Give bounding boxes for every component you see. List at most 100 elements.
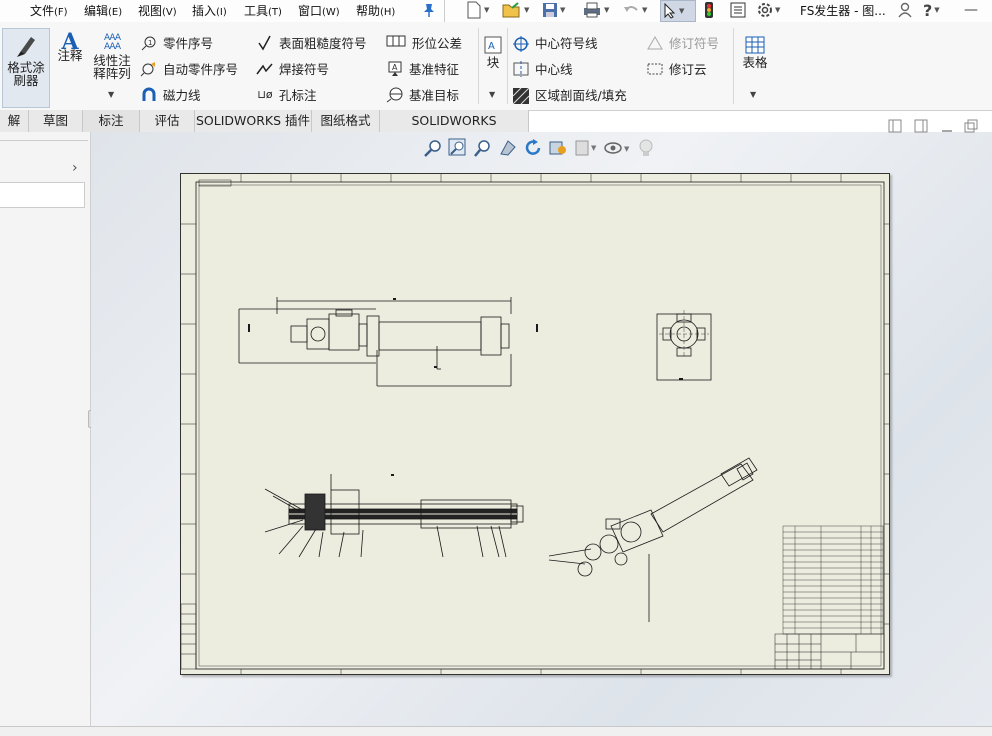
svg-text:▼: ▼ — [624, 145, 630, 153]
centerline-button[interactable]: 中心线 — [512, 59, 573, 78]
window-title: FS发生器 - 图... — [800, 4, 886, 18]
ribbon-separator — [733, 28, 734, 104]
user-account-icon[interactable] — [897, 0, 913, 20]
magnetic-line-button[interactable]: 磁力线 — [140, 85, 201, 104]
title-block — [774, 633, 885, 670]
display-style-icon[interactable] — [548, 138, 568, 158]
new-document-icon[interactable]: ▼ — [466, 0, 489, 20]
menu-tools[interactable]: 工具(T) — [244, 2, 282, 19]
geometric-tolerance-button[interactable]: 形位公差 — [386, 33, 462, 52]
center-mark-icon — [512, 35, 530, 52]
block-label: 块 — [486, 55, 500, 70]
hatch-icon — [512, 87, 530, 104]
zoom-to-fit-icon[interactable] — [423, 138, 443, 158]
revision-symbol-button[interactable]: 修订符号 — [646, 33, 719, 52]
menu-view[interactable]: 视图(V) — [138, 2, 177, 19]
svg-text:▼: ▼ — [591, 144, 597, 152]
section-view-icon[interactable] — [498, 138, 518, 158]
document-minimize-icon[interactable] — [940, 119, 954, 133]
menu-file[interactable]: 文件(F) — [30, 2, 68, 19]
surface-finish-icon — [256, 35, 274, 51]
help-question-icon[interactable]: ? ▼ — [923, 0, 940, 20]
linear-note-pattern-button[interactable]: AAA AAA 线性注 释阵列 — [90, 34, 134, 81]
menu-bar: 文件(F) 编辑(E) 视图(V) 插入(I) 工具(T) 窗口(W) 帮助(H… — [0, 0, 992, 23]
svg-text:1: 1 — [148, 39, 152, 47]
select-cursor-icon[interactable]: ▼ — [660, 0, 696, 22]
revision-cloud-icon — [646, 61, 664, 77]
balloon-button[interactable]: 1 零件序号 — [140, 33, 213, 52]
filter-input[interactable] — [0, 182, 85, 208]
tab-annotation[interactable]: 标注 — [83, 110, 140, 132]
tolerance-frame-icon — [386, 35, 406, 51]
dimension-marks — [248, 298, 683, 476]
menu-edit[interactable]: 编辑(E) — [84, 2, 122, 19]
surface-finish-button[interactable]: 表面粗糙度符号 — [256, 33, 367, 52]
hide-show-items-icon[interactable]: ▼ — [573, 138, 599, 158]
bill-of-materials-table — [782, 525, 884, 635]
datum-target-icon — [386, 87, 404, 103]
area-hatch-button[interactable]: 区域剖面线/填充 — [512, 85, 627, 104]
tab-sketch[interactable]: 草图 — [29, 110, 83, 132]
ribbon-separator — [478, 28, 479, 104]
front-view — [238, 297, 512, 387]
drawing-sheet-graphics — [180, 174, 889, 674]
table-label: 表格 — [742, 55, 768, 70]
save-icon[interactable]: ▼ — [542, 0, 565, 20]
note-button[interactable]: A 注释 — [54, 31, 86, 63]
block-expand-arrow-icon[interactable]: ▼ — [489, 90, 495, 99]
revision-triangle-icon — [646, 35, 664, 51]
tab-solidworks-addins[interactable]: SOLIDWORKS 插件 — [195, 110, 312, 132]
open-folder-icon[interactable]: ▼ — [502, 0, 529, 20]
minimize-window-icon[interactable]: — — [964, 0, 978, 20]
previous-view-icon[interactable] — [473, 138, 493, 158]
undo-icon[interactable]: ▼ — [622, 0, 647, 20]
menu-window[interactable]: 窗口(W) — [298, 2, 340, 19]
rotate-view-icon[interactable] — [523, 138, 543, 158]
zoom-to-area-icon[interactable] — [448, 138, 468, 158]
expand-arrow-icon[interactable]: ▼ — [108, 90, 114, 99]
tile-right-icon[interactable] — [914, 119, 928, 133]
pin-icon[interactable] — [421, 0, 437, 20]
document-restore-icon[interactable] — [964, 119, 978, 133]
datum-feature-button[interactable]: A 基准特征 — [386, 59, 459, 78]
print-icon[interactable]: ▼ — [582, 0, 609, 20]
tab-evaluate[interactable]: 评估 — [140, 110, 195, 132]
note-label: 注释 — [57, 48, 83, 63]
drawing-sheet[interactable] — [180, 173, 890, 675]
panel-divider — [0, 140, 88, 141]
view-eye-icon[interactable]: ▼ — [604, 138, 632, 158]
options-gear-icon[interactable]: ▼ — [757, 0, 780, 20]
center-mark-button[interactable]: 中心符号线 — [512, 33, 598, 52]
datum-target-button[interactable]: 基准目标 — [386, 85, 459, 104]
command-manager-tabs: 解 草图 标注 评估 SOLIDWORKS 插件 图纸格式 SOLIDWORKS… — [0, 110, 529, 150]
svg-text:A: A — [488, 41, 495, 52]
tile-left-icon[interactable] — [888, 119, 902, 133]
svg-text:A: A — [392, 63, 398, 72]
linear-note-pattern-label: 线性注 释阵列 — [93, 53, 131, 81]
hole-callout-button[interactable]: ⊔ø 孔标注 — [256, 85, 316, 104]
left-revision-strip — [180, 603, 197, 670]
tab-solidworks-inspection[interactable]: SOLIDWORKS Inspection — [380, 110, 529, 150]
auto-balloon-icon — [140, 61, 158, 77]
section-view — [264, 474, 524, 558]
zone-markers — [181, 174, 889, 674]
format-painter-button[interactable]: 格式涂 刷器 — [2, 28, 50, 108]
block-button[interactable]: A 块 — [482, 36, 504, 69]
revision-cloud-button[interactable]: 修订云 — [646, 59, 707, 78]
scene-light-icon[interactable] — [637, 138, 655, 158]
block-icon: A — [484, 36, 502, 54]
tab-sheet-format[interactable]: 图纸格式 — [312, 110, 380, 132]
hole-callout-icon: ⊔ø — [257, 87, 273, 101]
auto-balloon-button[interactable]: 自动零件序号 — [140, 59, 238, 78]
weld-symbol-button[interactable]: 焊接符号 — [256, 59, 329, 78]
chevron-right-icon[interactable]: › — [72, 160, 78, 176]
table-expand-arrow-icon[interactable]: ▼ — [750, 90, 756, 99]
tab-partial[interactable]: 解 — [0, 110, 29, 132]
table-button[interactable]: 表格 — [738, 36, 772, 69]
format-painter-label: 格式涂 刷器 — [7, 60, 45, 88]
menu-help[interactable]: 帮助(H) — [356, 2, 395, 19]
file-properties-icon[interactable] — [730, 0, 746, 20]
menu-insert[interactable]: 插入(I) — [192, 2, 227, 19]
traffic-light-icon[interactable] — [704, 0, 714, 20]
balloon-icon: 1 — [140, 35, 158, 51]
